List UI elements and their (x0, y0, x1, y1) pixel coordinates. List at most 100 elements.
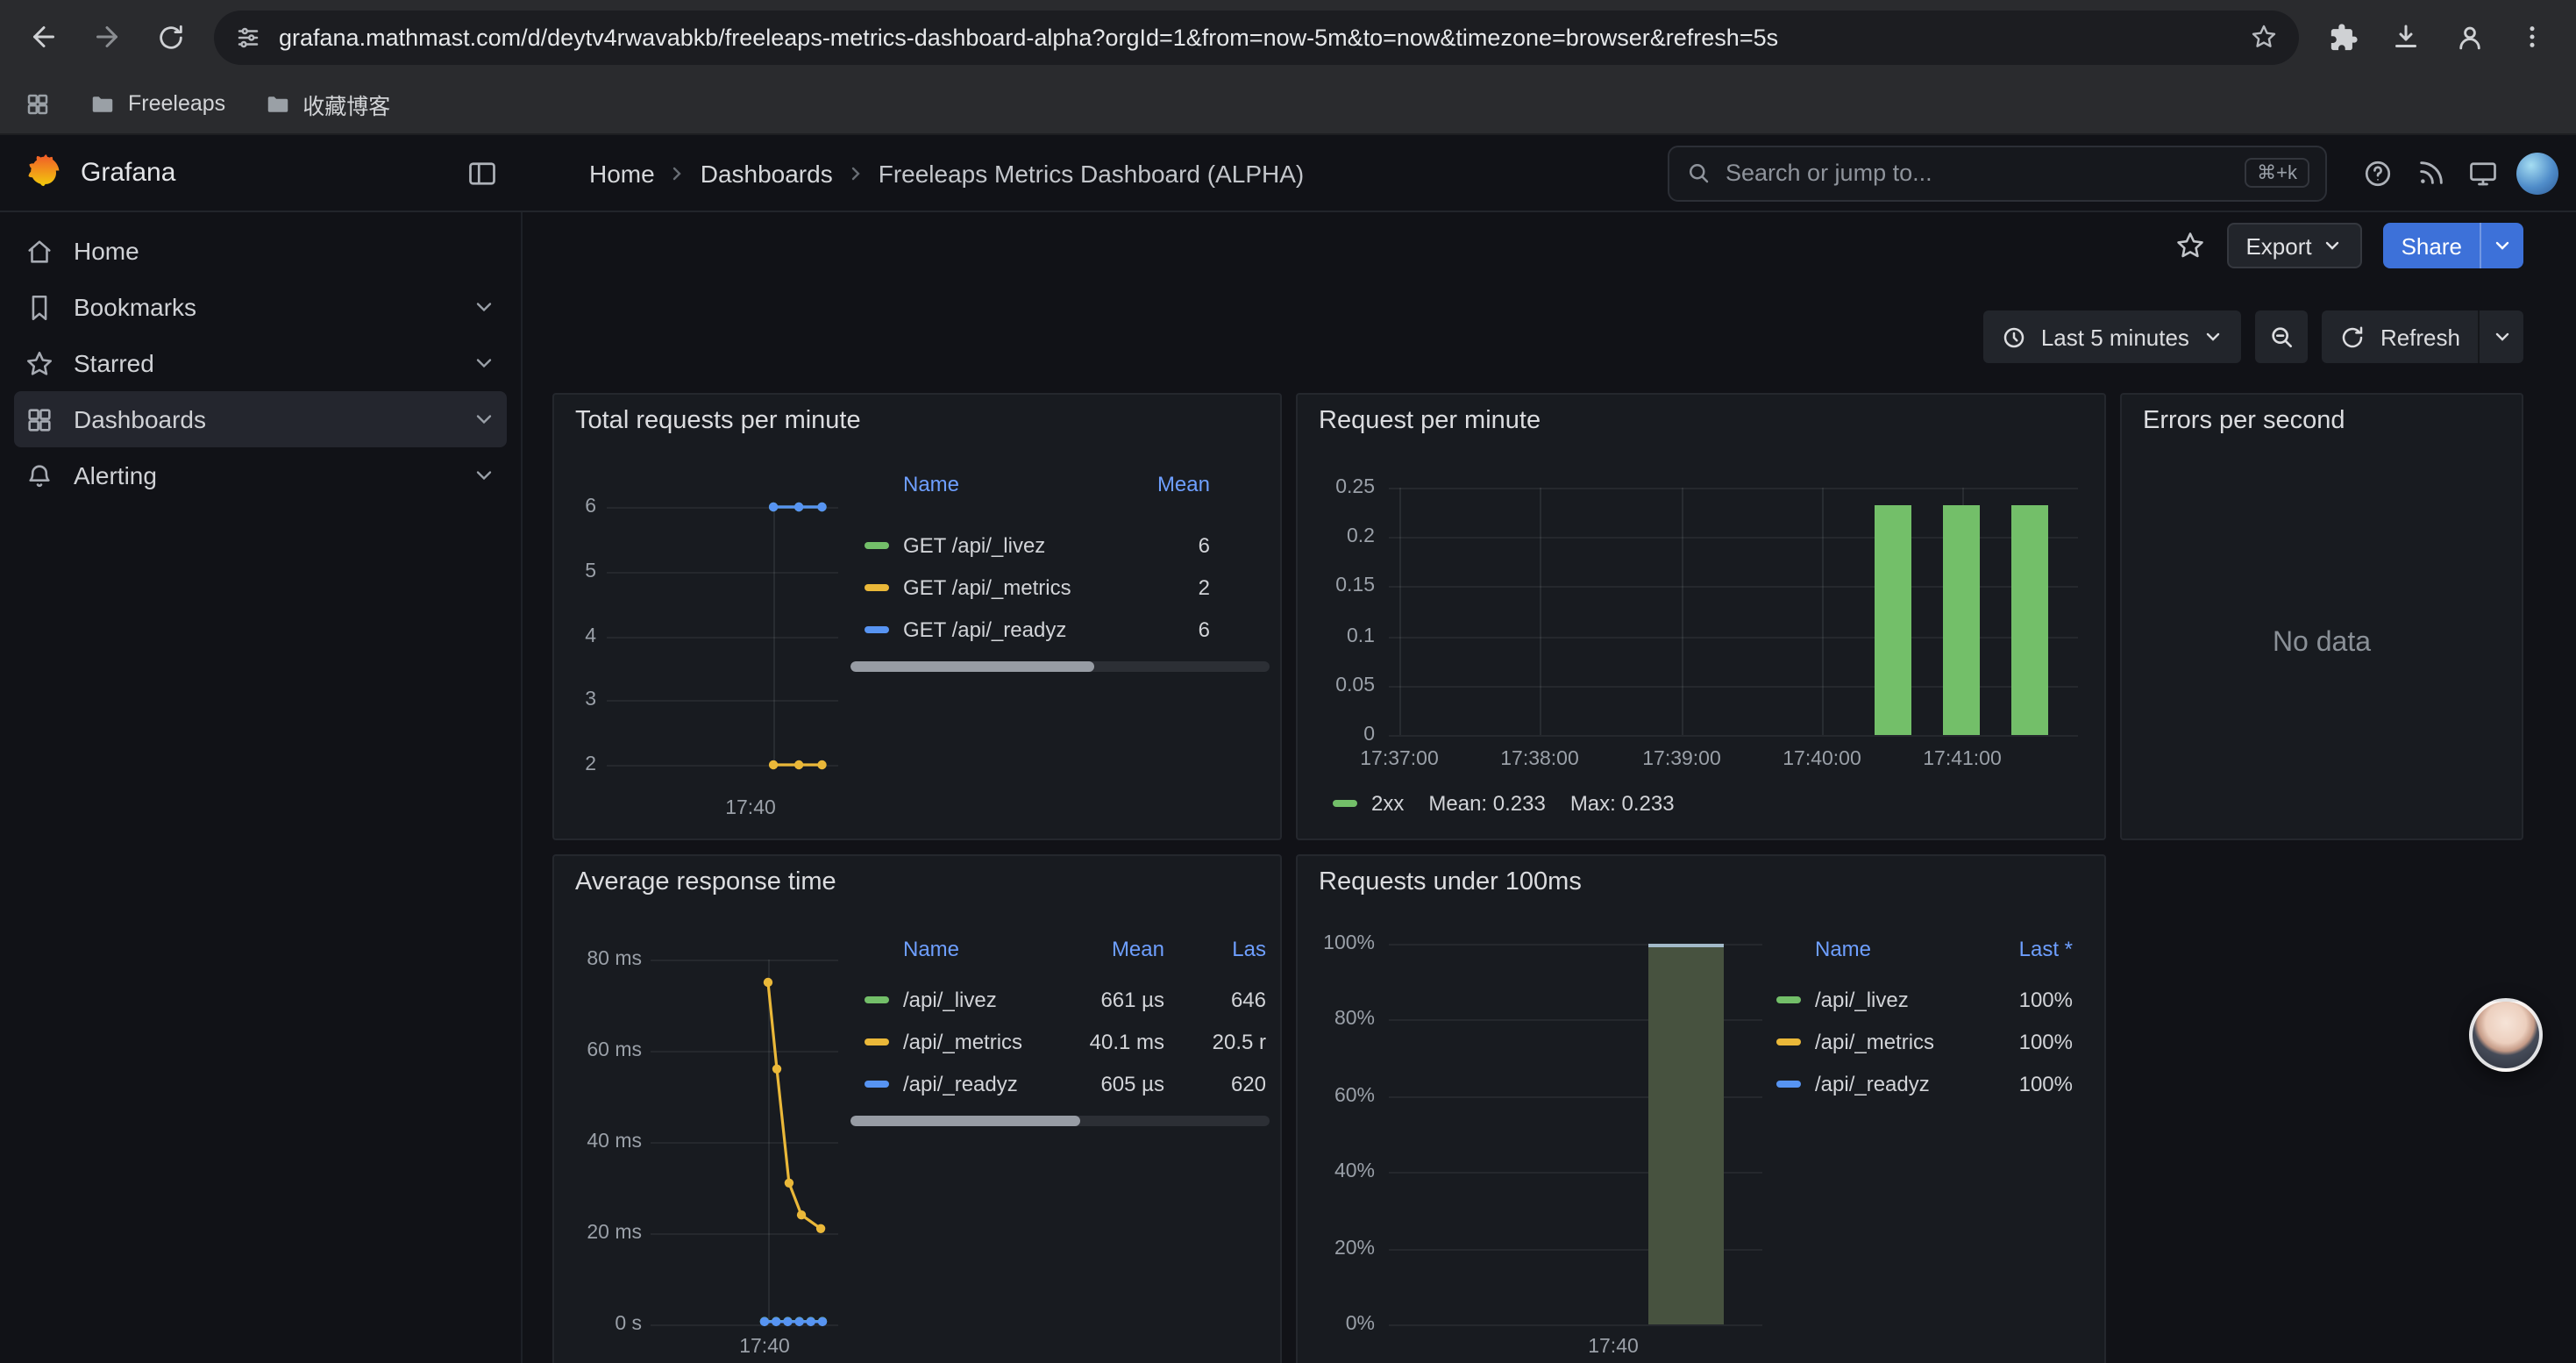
screen: grafana.mathmast.com/d/deytv4rwavabkb/fr… (0, 0, 2576, 1363)
chevron-right-icon (667, 162, 688, 183)
search-input[interactable]: Search or jump to... ⌘+k (1668, 145, 2327, 201)
legend-row[interactable]: /api/_livez 661 µs 646 (850, 979, 1270, 1021)
legend-row[interactable]: /api/_metrics 40.1 ms 20.5 r (850, 1021, 1270, 1063)
browser-reload-icon[interactable] (140, 7, 200, 67)
legend-col-mean[interactable]: Mean (1066, 937, 1164, 961)
dashboard-actions-row: Export Share (523, 212, 2576, 279)
line-chart-plot[interactable] (651, 960, 838, 1324)
panel-title[interactable]: Total requests per minute (575, 407, 861, 435)
bar-chart-plot[interactable] (1389, 944, 1762, 1324)
bar-chart-plot[interactable] (1389, 488, 2078, 735)
series-color-swatch (865, 626, 889, 633)
zoom-out-time-icon[interactable] (2256, 310, 2309, 363)
grafana-logo-icon[interactable] (25, 153, 63, 192)
chevron-down-icon[interactable] (472, 295, 496, 319)
downloads-icon[interactable] (2376, 7, 2436, 67)
legend-row[interactable]: GET /api/_readyz 6 (850, 609, 1270, 651)
browser-forward-icon[interactable] (77, 7, 137, 67)
series-color-swatch (1776, 1038, 1801, 1045)
legend-row[interactable]: /api/_readyz 605 µs 620 (850, 1063, 1270, 1105)
refresh-button[interactable]: Refresh (2323, 310, 2478, 363)
favorite-star-icon[interactable] (2174, 230, 2205, 261)
panel-avg-response-time: Average response time 80 ms 60 ms 40 ms … (552, 854, 1282, 1363)
panels-grid: Total requests per minute 6 5 4 3 2 17:4… (552, 393, 2576, 1363)
legend-row[interactable]: /api/_livez 100% (1762, 979, 2094, 1021)
y-tick: 2 (585, 751, 596, 779)
chevron-down-icon[interactable] (472, 407, 496, 432)
series-mean: 661 µs (1066, 988, 1164, 1012)
series-name[interactable]: /api/_livez (1815, 988, 1985, 1012)
series-name[interactable]: /api/_readyz (1815, 1072, 1985, 1096)
series-name[interactable]: 2xx (1371, 791, 1404, 816)
news-rss-icon[interactable] (2404, 146, 2457, 199)
grafana-header-left: Grafana (0, 153, 523, 192)
apps-grid-icon[interactable] (25, 90, 51, 117)
series-name[interactable]: /api/_livez (903, 988, 1066, 1012)
share-button[interactable]: Share (2384, 223, 2523, 268)
sidebar-item-home[interactable]: Home (14, 223, 507, 279)
series-name[interactable]: /api/_metrics (1815, 1030, 1985, 1054)
sidebar-item-bookmarks[interactable]: Bookmarks (14, 279, 507, 335)
legend-col-last[interactable]: Last * (1985, 937, 2073, 961)
legend-col-name[interactable]: Name (1762, 937, 1985, 961)
bookmark-icon (25, 292, 54, 322)
bookmark-folder-blogs[interactable]: 收藏博客 (264, 87, 390, 120)
panel-title[interactable]: Errors per second (2143, 407, 2345, 435)
grafana-brand[interactable]: Grafana (81, 158, 175, 188)
chevron-down-icon[interactable] (472, 351, 496, 375)
y-tick: 0% (1346, 1310, 1375, 1338)
series-name[interactable]: GET /api/_livez (903, 533, 1112, 558)
chevron-down-icon[interactable] (472, 463, 496, 488)
site-info-icon[interactable] (235, 24, 261, 50)
legend-col-name[interactable]: Name (850, 937, 1066, 961)
legend-col-last[interactable]: Las (1164, 937, 1266, 961)
browser-menu-icon[interactable] (2502, 7, 2562, 67)
sidebar-item-starred[interactable]: Starred (14, 335, 507, 391)
sidebar-item-dashboards[interactable]: Dashboards (14, 391, 507, 447)
panel-title[interactable]: Request per minute (1319, 407, 1541, 435)
legend-col-mean[interactable]: Mean (1112, 472, 1210, 496)
time-range-picker[interactable]: Last 5 minutes (1983, 310, 2242, 363)
legend-row[interactable]: GET /api/_metrics 2 (850, 567, 1270, 609)
refresh-interval-caret[interactable] (2478, 310, 2523, 363)
browser-back-icon[interactable] (14, 7, 74, 67)
x-tick: 17:39:00 (1642, 749, 1721, 770)
help-icon[interactable] (2352, 146, 2404, 199)
legend-item[interactable]: 2xx (1333, 791, 1404, 816)
legend-scrollbar[interactable] (850, 661, 1270, 672)
browser-profile-icon[interactable] (2439, 7, 2499, 67)
scrollbar-thumb[interactable] (850, 1116, 1081, 1126)
series-name[interactable]: /api/_metrics (903, 1030, 1066, 1054)
line-chart-plot[interactable] (607, 507, 838, 765)
bookmark-folder-freeleaps[interactable]: Freeleaps (89, 90, 225, 117)
legend-row[interactable]: /api/_readyz 100% (1762, 1063, 2094, 1105)
panel-title[interactable]: Average response time (575, 868, 836, 896)
extensions-icon[interactable] (2313, 7, 2373, 67)
breadcrumb-dashboards[interactable]: Dashboards (701, 159, 833, 187)
share-label: Share (2384, 232, 2480, 259)
scrollbar-thumb[interactable] (850, 661, 1093, 672)
series-color-swatch (1776, 996, 1801, 1003)
url-text[interactable]: grafana.mathmast.com/d/deytv4rwavabkb/fr… (279, 24, 2232, 50)
address-bar[interactable]: grafana.mathmast.com/d/deytv4rwavabkb/fr… (214, 10, 2299, 64)
chat-widget-avatar[interactable] (2469, 998, 2543, 1072)
legend-scrollbar[interactable] (850, 1116, 1270, 1126)
breadcrumb-home[interactable]: Home (589, 159, 655, 187)
sidebar-toggle-icon[interactable] (466, 157, 498, 189)
share-menu-caret[interactable] (2480, 223, 2523, 268)
y-tick: 3 (585, 687, 596, 715)
series-name[interactable]: /api/_readyz (903, 1072, 1066, 1096)
export-button[interactable]: Export (2226, 223, 2362, 268)
monitor-icon[interactable] (2457, 146, 2509, 199)
series-name[interactable]: GET /api/_readyz (903, 617, 1112, 642)
sidebar-item-alerting[interactable]: Alerting (14, 447, 507, 503)
export-label: Export (2245, 232, 2311, 259)
chevron-down-icon (2492, 235, 2513, 256)
bookmark-star-icon[interactable] (2250, 23, 2278, 51)
panel-title[interactable]: Requests under 100ms (1319, 868, 1582, 896)
legend-row[interactable]: GET /api/_livez 6 (850, 525, 1270, 567)
user-avatar[interactable] (2516, 152, 2558, 194)
legend-col-name[interactable]: Name (850, 472, 1112, 496)
legend-row[interactable]: /api/_metrics 100% (1762, 1021, 2094, 1063)
series-name[interactable]: GET /api/_metrics (903, 575, 1112, 600)
